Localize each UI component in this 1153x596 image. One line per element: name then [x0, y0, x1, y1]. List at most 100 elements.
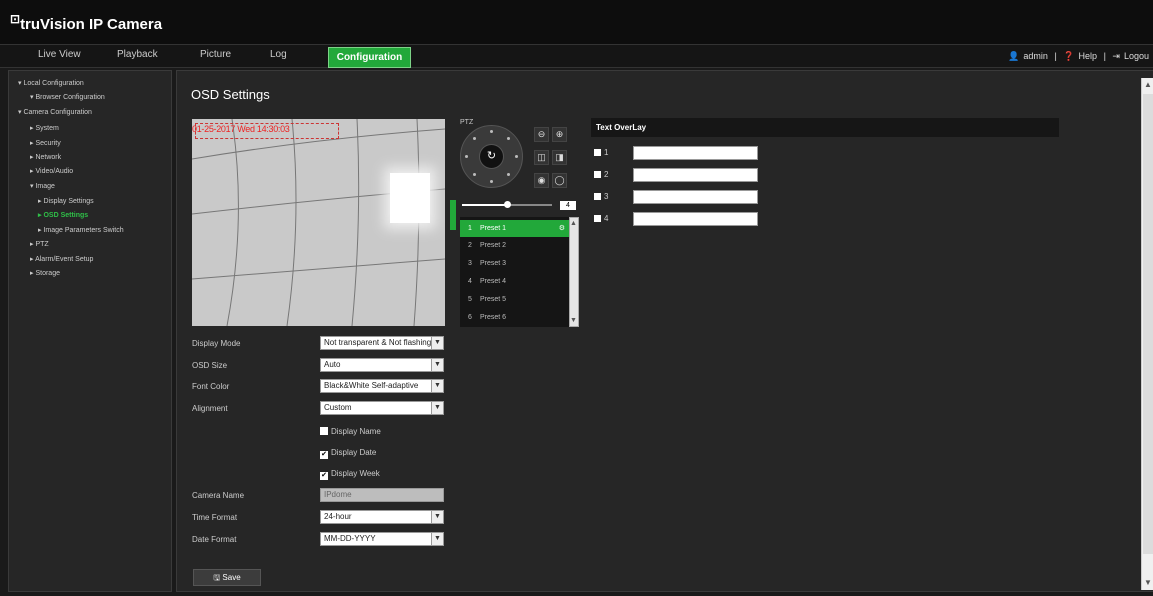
chevron-up-icon[interactable]: ▲ [1142, 78, 1153, 92]
help-link[interactable]: Help [1079, 51, 1098, 61]
iris-open-icon[interactable]: ◯ [552, 173, 567, 188]
ptz-up-right-arrow[interactable] [507, 137, 510, 140]
page-title: OSD Settings [191, 87, 270, 102]
sidebar-item-ptz[interactable]: ▸ PTZ [30, 240, 49, 248]
text-overlay-checkbox-3[interactable]: 3 [594, 192, 608, 201]
osd-size-label: OSD Size [192, 361, 228, 370]
preset-item[interactable]: 6 Preset 6 [460, 309, 569, 326]
display-week-checkbox[interactable]: ✔ Display Week [320, 469, 380, 480]
chevron-up-icon[interactable]: ▲ [570, 220, 577, 227]
checkbox-empty-icon [594, 193, 601, 200]
text-overlay-input-2[interactable] [633, 168, 758, 182]
sidebar-item-browser-configuration[interactable]: ▾ Browser Configuration [30, 93, 105, 101]
checkbox-checked-icon: ✔ [320, 472, 328, 480]
ptz-label: PTZ [460, 119, 474, 126]
ptz-up-left-arrow[interactable] [473, 137, 476, 140]
save-button[interactable]: 🖫 Save [193, 569, 261, 586]
page-scrollbar[interactable]: ▲ ▼ [1141, 78, 1153, 590]
brand-title: truVision IP Camera [20, 16, 163, 33]
sidebar-item-video-audio[interactable]: ▸ Video/Audio [30, 167, 73, 175]
sidebar-item-network[interactable]: ▸ Network [30, 153, 61, 161]
text-overlay-header: Text OverLay [591, 118, 1059, 137]
chevron-down-icon[interactable]: ▼ [1142, 576, 1153, 590]
zoom-in-icon[interactable]: ⊕ [552, 127, 567, 142]
display-mode-select[interactable]: Not transparent & Not flashing ▼ [320, 336, 444, 350]
tab-playback[interactable]: Playback [117, 49, 158, 60]
text-overlay-input-4[interactable] [633, 212, 758, 226]
focus-near-icon[interactable]: ◫ [534, 150, 549, 165]
focus-far-icon[interactable]: ◨ [552, 150, 567, 165]
preset-list: 1 Preset 1 ⚙ 2 Preset 2 3 Preset 3 4 Preset 4… [460, 217, 569, 327]
font-color-label: Font Color [192, 382, 230, 391]
alignment-select[interactable]: Custom ▼ [320, 401, 444, 415]
sidebar-item-display-settings[interactable]: ▸ Display Settings [38, 197, 94, 205]
sidebar-item-local-configuration[interactable]: ▾ Local Configuration [18, 79, 84, 87]
text-overlay-checkbox-2[interactable]: 2 [594, 170, 608, 179]
ptz-down-right-arrow[interactable] [507, 173, 510, 176]
preset-item[interactable]: 5 Preset 5 [460, 291, 569, 308]
tab-configuration[interactable]: Configuration [328, 47, 411, 68]
help-icon: ❓ [1063, 51, 1075, 61]
sidebar-item-alarm-event-setup[interactable]: ▸ Alarm/Event Setup [30, 255, 93, 263]
sidebar-item-osd-settings[interactable]: ▸ OSD Settings [38, 211, 88, 219]
ptz-right-arrow[interactable] [515, 155, 518, 158]
ptz-speed-value: 4 [560, 201, 576, 210]
ptz-collapse-handle[interactable] [450, 200, 456, 230]
date-format-select[interactable]: MM-DD-YYYY ▼ [320, 532, 444, 546]
preset-item[interactable]: 1 Preset 1 ⚙ [460, 220, 569, 237]
ptz-speed-fill [462, 204, 507, 206]
alignment-label: Alignment [192, 404, 228, 413]
main-nav: Live View Playback Picture Log Configura… [0, 44, 1153, 68]
ptz-left-arrow[interactable] [465, 155, 468, 158]
display-name-checkbox[interactable]: Display Name [320, 427, 381, 436]
gear-icon[interactable]: ⚙ [559, 220, 565, 237]
chevron-down-icon: ▼ [431, 380, 443, 392]
preset-scrollbar[interactable]: ▲ ▼ [569, 217, 579, 327]
display-date-checkbox[interactable]: ✔ Display Date [320, 448, 376, 459]
ptz-auto-rotate-icon[interactable]: ↻ [479, 144, 504, 169]
text-overlay-checkbox-4[interactable]: 4 [594, 214, 608, 223]
preset-item[interactable]: 4 Preset 4 [460, 273, 569, 290]
iris-close-icon[interactable]: ◉ [534, 173, 549, 188]
camera-name-field[interactable]: IPdome [320, 488, 444, 502]
preset-item[interactable]: 2 Preset 2 [460, 237, 569, 254]
top-bar: ⊡truVision IP Camera [0, 0, 1153, 44]
tab-live-view[interactable]: Live View [38, 49, 81, 60]
sidebar-item-system[interactable]: ▸ System [30, 124, 59, 132]
text-overlay-input-3[interactable] [633, 190, 758, 204]
ptz-down-arrow[interactable] [490, 180, 493, 183]
font-color-select[interactable]: Black&White Self-adaptive ▼ [320, 379, 444, 393]
user-name[interactable]: admin [1023, 51, 1048, 61]
text-overlay-input-1[interactable] [633, 146, 758, 160]
video-preview[interactable]: 01-25-2017 Wed 14:30:03 [192, 119, 445, 326]
logout-icon: ⇥ [1112, 51, 1120, 61]
date-format-label: Date Format [192, 535, 237, 544]
user-bar: 👤 admin | ❓ Help | ⇥ Logou [1008, 51, 1149, 61]
checkbox-empty-icon [594, 171, 601, 178]
time-format-select[interactable]: 24-hour ▼ [320, 510, 444, 524]
scrollbar-thumb[interactable] [1143, 94, 1153, 554]
ptz-speed-knob[interactable] [504, 201, 511, 208]
sidebar-item-security[interactable]: ▸ Security [30, 139, 61, 147]
sidebar-item-camera-configuration[interactable]: ▾ Camera Configuration [18, 108, 92, 116]
chevron-down-icon: ▼ [431, 337, 443, 349]
text-overlay-checkbox-1[interactable]: 1 [594, 148, 608, 157]
tab-picture[interactable]: Picture [200, 49, 231, 60]
ptz-up-arrow[interactable] [490, 130, 493, 133]
checkbox-empty-icon [594, 215, 601, 222]
bright-window [390, 173, 430, 223]
sidebar-item-image-parameters-switch[interactable]: ▸ Image Parameters Switch [38, 226, 124, 234]
osd-size-select[interactable]: Auto ▼ [320, 358, 444, 372]
time-format-label: Time Format [192, 513, 238, 522]
chevron-down-icon[interactable]: ▼ [570, 317, 577, 324]
zoom-out-icon[interactable]: ⊖ [534, 127, 549, 142]
tab-log[interactable]: Log [270, 49, 287, 60]
osd-date-text: 01-25-2017 Wed 14:30:03 [192, 124, 290, 134]
preset-item[interactable]: 3 Preset 3 [460, 255, 569, 272]
ptz-down-left-arrow[interactable] [473, 173, 476, 176]
checkbox-checked-icon: ✔ [320, 451, 328, 459]
logout-link[interactable]: Logou [1124, 51, 1149, 61]
sidebar-item-image[interactable]: ▾ Image [30, 182, 55, 190]
checkbox-empty-icon [320, 427, 328, 435]
sidebar-item-storage[interactable]: ▸ Storage [30, 269, 60, 277]
